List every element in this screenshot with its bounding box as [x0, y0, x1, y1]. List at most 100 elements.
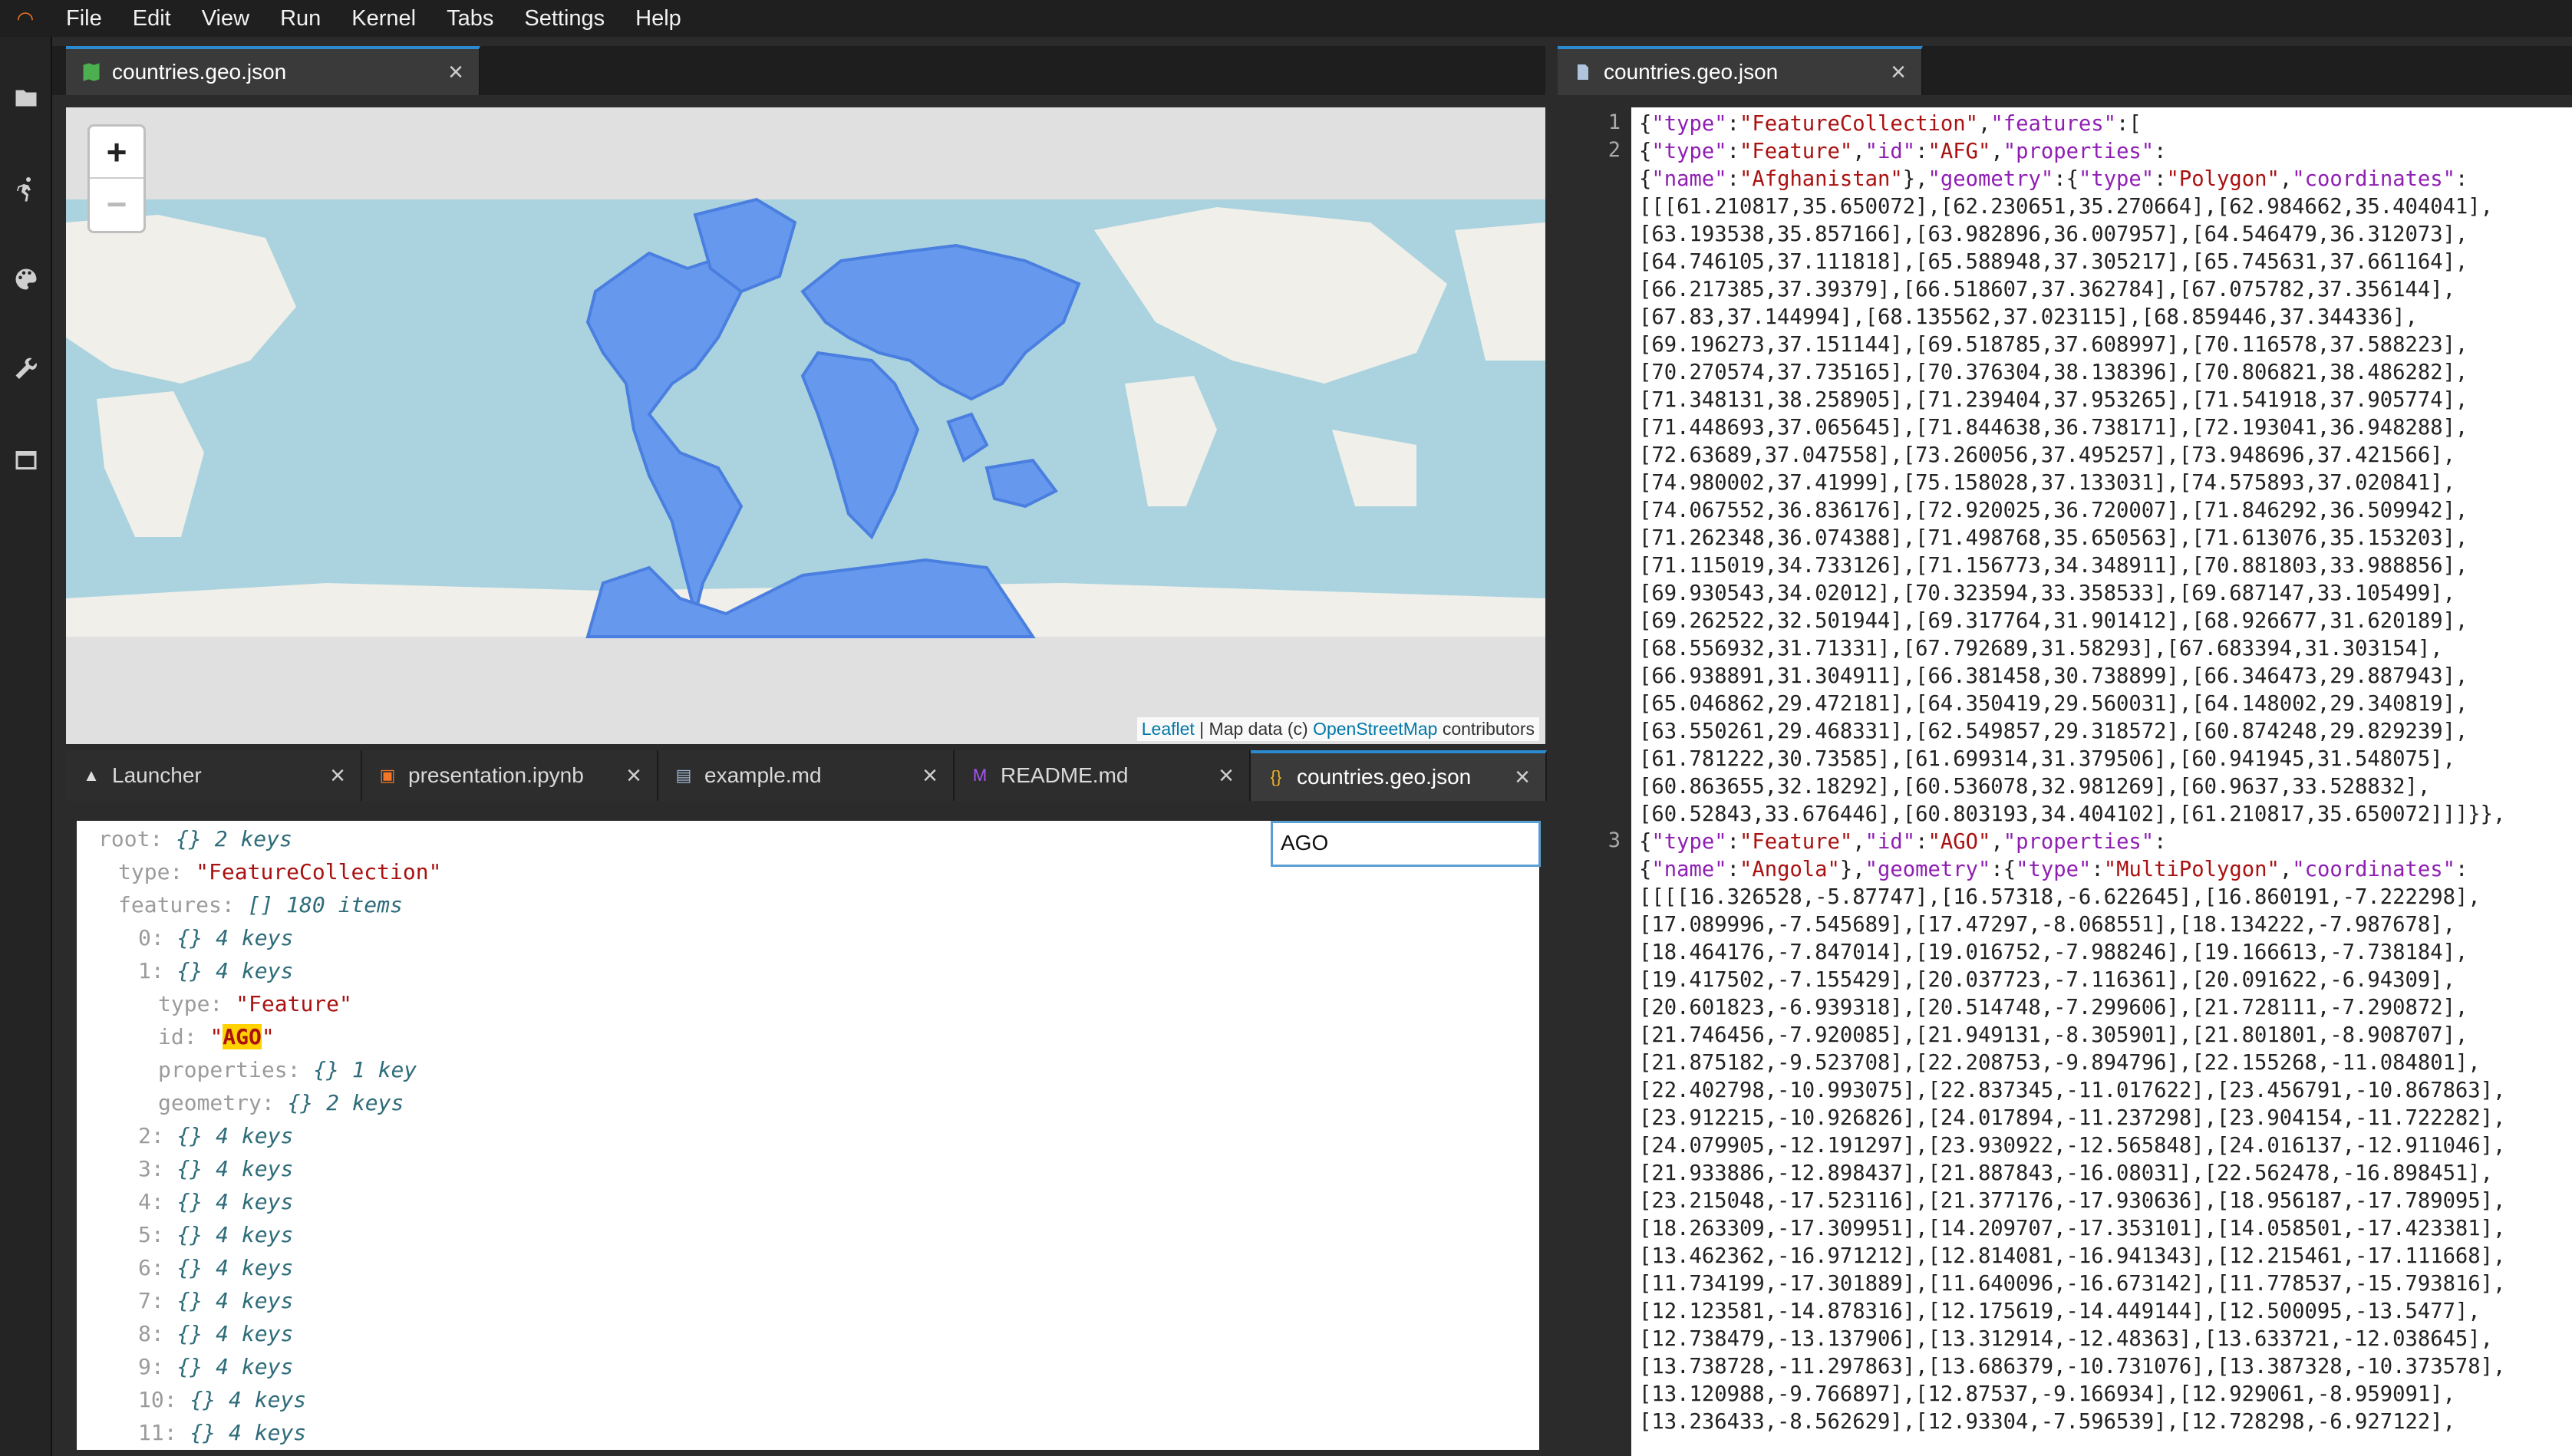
tree-key: type:: [118, 859, 183, 884]
tree-type-indicator: []: [247, 892, 274, 917]
tree-type-indicator: {}: [176, 958, 203, 983]
tab-label: countries.geo.json: [112, 60, 287, 84]
menu-edit[interactable]: Edit: [117, 0, 186, 37]
tab-presentation-ipynb[interactable]: ▣ presentation.ipynb ×: [362, 750, 658, 801]
tree-type-indicator: {}: [190, 1387, 216, 1412]
tab-countries-geojson-map[interactable]: countries.geo.json ×: [66, 46, 480, 95]
tree-type-indicator: {}: [176, 1156, 203, 1181]
tab-label: Launcher: [112, 763, 202, 787]
menu-help[interactable]: Help: [620, 0, 697, 37]
tree-type-indicator: {}: [176, 1123, 203, 1148]
tab-example-md[interactable]: ▤ example.md ×: [658, 750, 955, 801]
tree-row[interactable]: root: {} 2 keys: [98, 822, 292, 855]
tree-key: root:: [98, 826, 163, 852]
tree-key: 8:: [138, 1321, 164, 1346]
close-icon[interactable]: ×: [440, 58, 471, 87]
folder-icon[interactable]: [11, 83, 41, 114]
map-attribution: Leaflet | Map data (c) OpenStreetMap con…: [1136, 717, 1539, 741]
close-icon[interactable]: ×: [618, 761, 649, 791]
map-tabbar: countries.geo.json ×: [52, 46, 1545, 95]
close-icon[interactable]: ×: [915, 761, 945, 791]
code-line: [23.215048,-17.523116],[21.377176,-17.93…: [1639, 1189, 2506, 1213]
tree-type-indicator: {}: [176, 826, 202, 852]
close-icon[interactable]: ×: [1211, 761, 1241, 791]
tree-row[interactable]: 0: {} 4 keys: [138, 921, 293, 954]
palette-icon[interactable]: [11, 264, 41, 295]
code-line: [68.556932,31.71331],[67.792689,31.58293…: [1639, 637, 2443, 660]
code-content[interactable]: {"type":"FeatureCollection","features":[…: [1639, 110, 2572, 1436]
code-line: [12.123581,-14.878316],[12.175619,-14.44…: [1639, 1300, 2481, 1323]
tree-row[interactable]: 6: {} 4 keys: [138, 1251, 293, 1284]
menu-run[interactable]: Run: [265, 0, 336, 37]
zoom-out-button[interactable]: −: [90, 177, 143, 229]
menu-kernel[interactable]: Kernel: [336, 0, 431, 37]
menu-tabs[interactable]: Tabs: [431, 0, 509, 37]
tree-row[interactable]: 5: {} 4 keys: [138, 1218, 293, 1251]
tree-row[interactable]: type: "Feature": [158, 987, 352, 1020]
file-icon: [1571, 61, 1594, 84]
tab-label: countries.geo.json: [1297, 765, 1472, 789]
tree-row[interactable]: 11: {} 4 keys: [138, 1416, 306, 1449]
tree-string-value: "FeatureCollection": [196, 859, 442, 884]
tree-row[interactable]: 8: {} 4 keys: [138, 1317, 293, 1350]
tree-row[interactable]: features: [] 180 items: [118, 888, 403, 921]
tree-row[interactable]: 2: {} 4 keys: [138, 1119, 293, 1152]
tab-readme-md[interactable]: M README.md ×: [955, 750, 1251, 801]
code-line: [13.462362,-16.971212],[12.814081,-16.94…: [1639, 1244, 2506, 1268]
code-line: [63.550261,29.468331],[62.549857,29.3185…: [1639, 720, 2468, 743]
close-icon[interactable]: ×: [1507, 763, 1538, 792]
leaflet-map[interactable]: + − Leaflet | Map data (c) OpenStreetMap…: [66, 107, 1545, 744]
running-icon[interactable]: [11, 173, 41, 204]
tab-countries-geojson-editor[interactable]: countries.geo.json ×: [1558, 46, 1923, 95]
tree-key: 7:: [138, 1288, 164, 1313]
menu-file[interactable]: File: [51, 0, 117, 37]
close-icon[interactable]: ×: [322, 761, 353, 791]
tab-launcher[interactable]: ▲ Launcher ×: [66, 750, 362, 801]
tree-row[interactable]: 3: {} 4 keys: [138, 1152, 293, 1185]
tree-key: 2:: [138, 1123, 164, 1148]
tree-search-input[interactable]: AGO: [1271, 821, 1541, 867]
tree-row[interactable]: type: "FeatureCollection": [118, 855, 441, 888]
openstreetmap-link[interactable]: OpenStreetMap: [1313, 719, 1437, 739]
tab-label: countries.geo.json: [1604, 60, 1779, 84]
line-number: 1: [1608, 110, 1621, 134]
tree-count: 180 items: [286, 892, 403, 917]
close-icon[interactable]: ×: [1883, 58, 1914, 87]
world-map-canvas: [66, 197, 1545, 638]
tree-count: 4 keys: [216, 1354, 294, 1379]
leaflet-link[interactable]: Leaflet: [1142, 719, 1195, 739]
code-line: [65.046862,29.472181],[64.350419,29.5600…: [1639, 692, 2468, 716]
tree-row[interactable]: 10: {} 4 keys: [138, 1383, 306, 1416]
menu-settings[interactable]: Settings: [509, 0, 620, 37]
json-tree-viewer[interactable]: root: {} 2 keys type: "FeatureCollection"…: [77, 821, 1539, 1450]
tab-label: example.md: [704, 763, 822, 787]
tree-row[interactable]: 1: {} 4 keys: [138, 954, 293, 987]
text-editor[interactable]: 1 2 3 {"type":"FeatureCollection","feature…: [1562, 107, 2572, 1456]
code-line: [72.63689,37.047558],[73.260056,37.49525…: [1639, 443, 2455, 467]
zoom-in-button[interactable]: +: [90, 127, 143, 177]
tree-row[interactable]: 9: {} 4 keys: [138, 1350, 293, 1383]
tree-type-indicator: {}: [176, 1288, 203, 1313]
code-line: [12.738479,-13.137906],[13.312914,-12.48…: [1639, 1327, 2494, 1351]
tree-row[interactable]: 4: {} 4 keys: [138, 1185, 293, 1218]
tree-key: 10:: [138, 1387, 177, 1412]
tree-row[interactable]: properties: {} 1 key: [158, 1053, 417, 1086]
tab-countries-geo-json[interactable]: {} countries.geo.json ×: [1251, 750, 1547, 801]
search-match-highlight: AGO: [223, 1024, 262, 1049]
file-icon: ▤: [675, 766, 692, 785]
tree-row[interactable]: geometry: {} 2 keys: [158, 1086, 404, 1119]
tree-key: id:: [158, 1024, 197, 1049]
code-line: [17.089996,-7.545689],[17.47297,-8.06855…: [1639, 913, 2455, 937]
wrench-icon[interactable]: [11, 354, 41, 385]
tree-type-indicator: {}: [287, 1090, 314, 1115]
code-line: [63.193538,35.857166],[63.982896,36.0079…: [1639, 222, 2468, 246]
tree-row[interactable]: id: "AGO": [158, 1020, 275, 1053]
code-line: [71.348131,38.258905],[71.239404,37.9532…: [1639, 388, 2468, 412]
tabs-icon[interactable]: [11, 445, 41, 476]
attribution-tail: contributors: [1437, 719, 1535, 739]
menu-view[interactable]: View: [186, 0, 265, 37]
code-line: [71.262348,36.074388],[71.498768,35.6505…: [1639, 526, 2468, 550]
tree-row[interactable]: 7: {} 4 keys: [138, 1284, 293, 1317]
code-line: [74.980002,37.41999],[75.158028,37.13303…: [1639, 471, 2455, 495]
tree-count: 4 keys: [216, 1255, 294, 1280]
